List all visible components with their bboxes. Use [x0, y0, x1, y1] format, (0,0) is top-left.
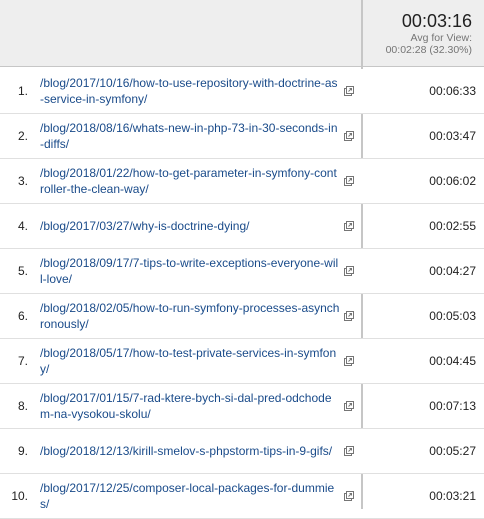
row-index: 2. [17, 129, 28, 143]
open-in-new-window-icon[interactable] [343, 355, 355, 367]
table-row: 1. /blog/2017/10/16/how-to-use-repository… [0, 69, 484, 114]
row-index: 10. [11, 489, 28, 503]
page-path-link[interactable]: /blog/2018/01/22/how-to-get-parameter-in… [40, 165, 340, 197]
open-in-new-window-icon[interactable] [343, 175, 355, 187]
avg-time-summary: 00:03:16 Avg for View: 00:02:28 (32.30%) [363, 0, 484, 66]
page-path-link[interactable]: /blog/2018/05/17/how-to-test-private-ser… [40, 345, 340, 377]
row-index: 1. [17, 84, 28, 98]
avg-time-cell: 00:05:03 [429, 309, 476, 323]
table-row: 7. /blog/2018/05/17/how-to-test-private-s… [0, 339, 484, 384]
table-row: 5. /blog/2018/09/17/7-tips-to-write-excep… [0, 249, 484, 294]
row-index: 4. [17, 219, 28, 233]
open-in-new-window-icon[interactable] [343, 310, 355, 322]
avg-time-cell: 00:05:27 [429, 444, 476, 458]
avg-time-cell: 00:04:45 [429, 354, 476, 368]
row-index: 8. [17, 399, 28, 413]
row-index: 6. [17, 309, 28, 323]
open-in-new-window-icon[interactable] [343, 220, 355, 232]
table-row: 4. /blog/2017/03/27/why-is-doctrine-dying… [0, 204, 484, 249]
open-in-new-window-icon[interactable] [343, 400, 355, 412]
avg-time-cell: 00:07:13 [429, 399, 476, 413]
summary-value: 00:03:16 [401, 11, 472, 31]
row-index: 3. [17, 174, 28, 188]
avg-time-cell: 00:02:55 [429, 219, 476, 233]
avg-time-cell: 00:06:02 [429, 174, 476, 188]
page-table: 1. /blog/2017/10/16/how-to-use-repository… [0, 69, 484, 519]
page-path-link[interactable]: /blog/2017/01/15/7-rad-ktere-bych-si-dal… [40, 390, 340, 422]
avg-time-cell: 00:06:33 [429, 84, 476, 98]
page-path-link[interactable]: /blog/2018/02/05/how-to-run-symfony-proc… [40, 300, 340, 332]
open-in-new-window-icon[interactable] [343, 490, 355, 502]
row-index: 5. [17, 264, 28, 278]
row-index: 9. [17, 444, 28, 458]
row-index: 7. [17, 354, 28, 368]
table-row: 2. /blog/2018/08/16/whats-new-in-php-73-i… [0, 114, 484, 159]
open-in-new-window-icon[interactable] [343, 85, 355, 97]
page-path-link[interactable]: /blog/2018/08/16/whats-new-in-php-73-in-… [40, 120, 340, 152]
page-path-link[interactable]: /blog/2017/03/27/why-is-doctrine-dying/ [40, 218, 340, 234]
table-row: 10. /blog/2017/12/25/composer-local-packa… [0, 474, 484, 519]
table-row: 8. /blog/2017/01/15/7-rad-ktere-bych-si-d… [0, 384, 484, 429]
avg-time-cell: 00:04:27 [429, 264, 476, 278]
open-in-new-window-icon[interactable] [343, 130, 355, 142]
table-row: 6. /blog/2018/02/05/how-to-run-symfony-pr… [0, 294, 484, 339]
summary-detail: 00:02:28 (32.30%) [385, 44, 472, 56]
page-path-link[interactable]: /blog/2018/09/17/7-tips-to-write-excepti… [40, 255, 340, 287]
table-row: 9. /blog/2018/12/13/kirill-smelov-s-phpst… [0, 429, 484, 474]
avg-time-cell: 00:03:47 [429, 129, 476, 143]
summary-label: Avg for View: [410, 32, 472, 44]
table-row: 3. /blog/2018/01/22/how-to-get-parameter-… [0, 159, 484, 204]
open-in-new-window-icon[interactable] [343, 445, 355, 457]
avg-time-cell: 00:03:21 [429, 489, 476, 503]
page-path-link[interactable]: /blog/2018/12/13/kirill-smelov-s-phpstor… [40, 443, 340, 459]
open-in-new-window-icon[interactable] [343, 265, 355, 277]
page-path-link[interactable]: /blog/2017/12/25/composer-local-packages… [40, 480, 340, 512]
page-path-link[interactable]: /blog/2017/10/16/how-to-use-repository-w… [40, 75, 340, 107]
